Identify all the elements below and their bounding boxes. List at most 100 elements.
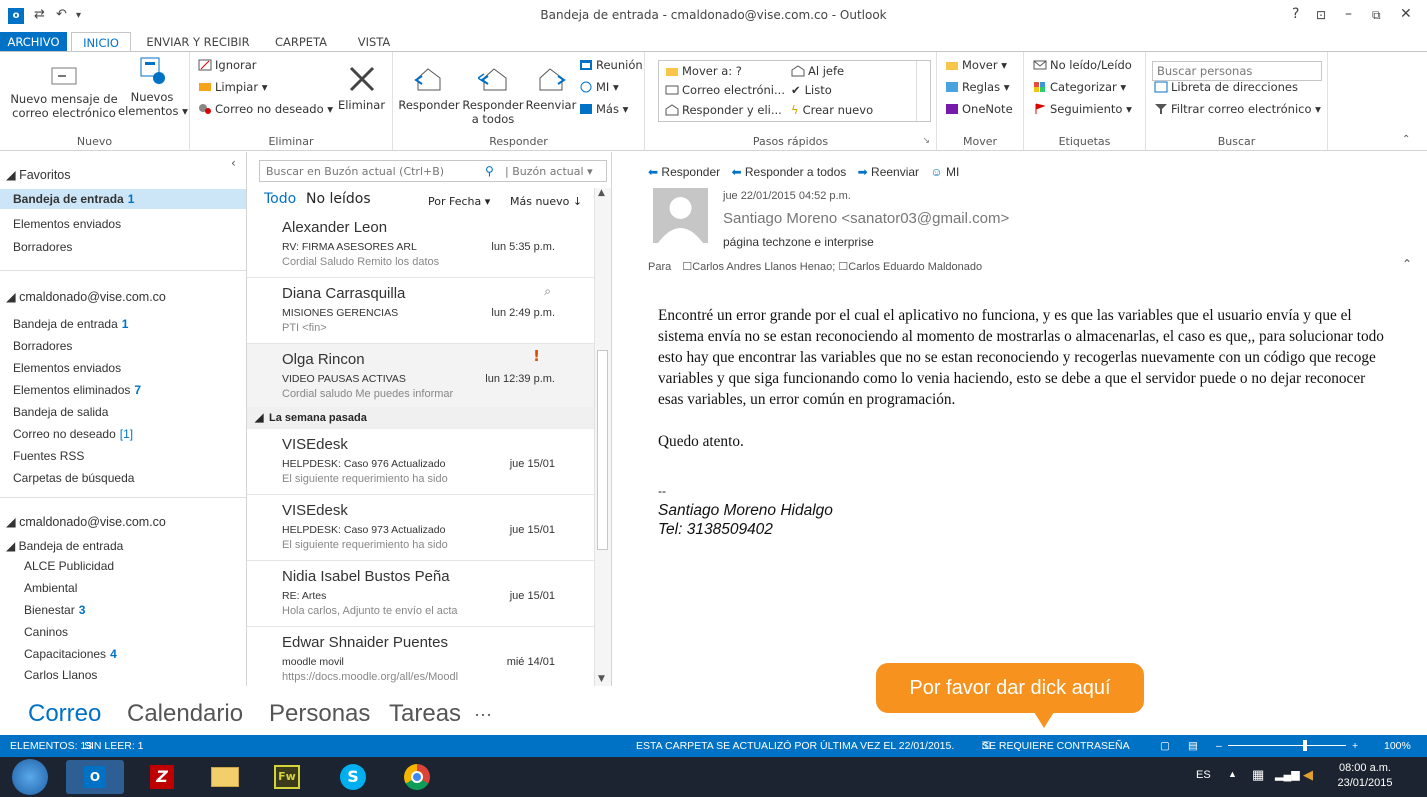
taskbar-outlook[interactable]: O [66, 760, 124, 794]
onenote-button[interactable]: OneNote [945, 102, 1013, 116]
acc1-outbox[interactable]: Bandeja de salida [13, 405, 108, 419]
search-people-input[interactable]: Buscar personas [1152, 61, 1322, 81]
delete-button[interactable]: Eliminar [334, 64, 389, 112]
sort-order-toggle[interactable]: Más nuevo ↓ [510, 195, 582, 208]
filter-unread[interactable]: No leídos [306, 191, 371, 207]
nav-calendar[interactable]: Calendario [127, 700, 243, 728]
rules-button[interactable]: Reglas ▾ [945, 80, 1010, 94]
message-item[interactable]: Diana Carrasquilla ⌕ MISIONES GERENCIAS … [247, 278, 595, 344]
message-item[interactable]: VISEdesk HELPDESK: Caso 976 Actualizado … [247, 429, 595, 495]
message-item[interactable]: VISEdesk HELPDESK: Caso 973 Actualizado … [247, 495, 595, 561]
folder-caninos[interactable]: Caninos [24, 625, 68, 639]
recipient-checkbox-icon[interactable]: ☐ [838, 261, 848, 273]
sender-avatar[interactable] [653, 188, 708, 243]
signal-tray-icon[interactable]: ▂▄▆ [1275, 768, 1300, 781]
acc1-rss[interactable]: Fuentes RSS [13, 449, 84, 463]
account2-header[interactable]: ◢ cmaldonado@vise.com.co [6, 514, 166, 529]
acc1-inbox[interactable]: Bandeja de entrada 1 [13, 317, 128, 331]
help-icon[interactable]: ? [1292, 6, 1299, 22]
reading-view-icon[interactable]: ▤ [1188, 735, 1198, 757]
address-book-button[interactable]: Libreta de direcciones [1154, 80, 1298, 94]
folder-bienestar[interactable]: Bienestar 3 [24, 603, 85, 617]
scroll-up-icon[interactable]: ▲ [598, 188, 605, 198]
ribbon-display-icon[interactable]: ⊡ [1316, 8, 1326, 22]
quick-step-to-boss[interactable]: Al jefe [791, 64, 844, 78]
acc1-sent[interactable]: Elementos enviados [13, 361, 121, 375]
zoom-slider[interactable] [1228, 745, 1346, 746]
nav-people[interactable]: Personas [269, 700, 370, 728]
clean-up-button[interactable]: Limpiar ▾ [198, 80, 268, 94]
message-item[interactable]: Alexander Leon RV: FIRMA ASESORES ARL lu… [247, 212, 595, 278]
forward-button[interactable]: Reenviar [523, 64, 579, 112]
nav-more-icon[interactable]: ··· [474, 704, 492, 725]
clock-time[interactable]: 08:00 a.m. [1335, 762, 1395, 774]
message-item-selected[interactable]: Olga Rincon ! VIDEO PAUSAS ACTIVAS lun 1… [247, 344, 595, 410]
nav-tasks[interactable]: Tareas [389, 700, 461, 728]
acc1-junk[interactable]: Correo no deseado [1] [13, 427, 133, 441]
quick-steps-launcher-icon[interactable]: ↘ [922, 136, 930, 146]
message-item[interactable]: Nidia Isabel Bustos Peña RE: Artes jue 1… [247, 561, 595, 627]
quick-step-reply-delete[interactable]: Responder y eli... [665, 103, 782, 117]
fav-sent[interactable]: Elementos enviados [13, 217, 121, 231]
acc1-search-folders[interactable]: Carpetas de búsqueda [13, 471, 134, 485]
im-button[interactable]: MI ▾ [579, 80, 619, 94]
account2-inbox-header[interactable]: ◢ Bandeja de entrada [6, 539, 123, 553]
taskbar-explorer[interactable] [196, 760, 254, 794]
im-action[interactable]: ☺ MI [930, 165, 959, 179]
group-header-last-week[interactable]: ◢ La semana pasada [247, 407, 595, 429]
folder-ambiental[interactable]: Ambiental [24, 581, 77, 595]
recipient-2[interactable]: Carlos Eduardo Maldonado [848, 261, 982, 273]
reply-all-button[interactable]: Responder a todos [461, 64, 525, 126]
scroll-thumb[interactable] [597, 350, 608, 550]
reply-all-action[interactable]: ⬅ Responder a todos [731, 165, 846, 179]
clock-date[interactable]: 23/01/2015 [1335, 777, 1395, 789]
normal-view-icon[interactable]: ▢ [1160, 735, 1170, 757]
folder-alce[interactable]: ALCE Publicidad [24, 559, 114, 573]
search-scope-dropdown[interactable]: | Buzón actual ▾ [505, 165, 593, 178]
move-button[interactable]: Mover ▾ [945, 58, 1007, 72]
folder-capacitaciones[interactable]: Capacitaciones 4 [24, 647, 117, 661]
taskbar-chrome[interactable] [388, 760, 446, 794]
sort-by-dropdown[interactable]: Por Fecha ▾ [428, 195, 490, 208]
nav-mail[interactable]: Correo [28, 700, 101, 728]
tab-inicio[interactable]: INICIO [71, 32, 131, 52]
volume-tray-icon[interactable]: ◀ [1303, 767, 1313, 783]
recipient-checkbox-icon[interactable]: ☐ [682, 261, 692, 273]
message-sender-address[interactable]: Santiago Moreno <sanator03@gmail.com> [723, 210, 1009, 227]
taskbar-skype[interactable]: S [324, 760, 382, 794]
zoom-in-icon[interactable]: + [1352, 735, 1358, 757]
follow-up-button[interactable]: Seguimiento ▾ [1033, 102, 1132, 116]
acc1-drafts[interactable]: Borradores [13, 339, 72, 353]
tab-enviar-recibir[interactable]: ENVIAR Y RECIBIR [140, 32, 256, 52]
zoom-level[interactable]: 100% [1384, 735, 1411, 757]
favorites-header[interactable]: ◢ Favoritos [6, 167, 71, 182]
filter-all[interactable]: Todo [264, 191, 296, 207]
reply-button[interactable]: Responder [397, 64, 461, 112]
quick-step-email[interactable]: Correo electróni... [665, 83, 785, 97]
zoom-slider-thumb[interactable] [1303, 740, 1307, 751]
quick-step-done[interactable]: ✔ Listo [791, 83, 832, 97]
reply-action[interactable]: ⬅ Responder [648, 165, 720, 179]
fav-drafts[interactable]: Borradores [13, 240, 72, 254]
mailbox-search-input[interactable]: Buscar en Buzón actual (Ctrl+B) [266, 165, 444, 178]
quick-step-create-new[interactable]: ϟ Crear nuevo [791, 103, 873, 117]
new-email-button[interactable]: Nuevo mensaje de correo electrónico [6, 64, 122, 120]
close-icon[interactable]: ✕ [1400, 6, 1412, 22]
network-tray-icon[interactable]: ▦ [1252, 767, 1264, 783]
more-respond-button[interactable]: Más ▾ [579, 102, 628, 116]
show-hidden-icons[interactable]: ▲ [1228, 769, 1237, 779]
collapse-header-icon[interactable]: ⌃ [1402, 257, 1412, 271]
message-item[interactable]: Edwar Shnaider Puentes moodle movil mié … [247, 627, 595, 686]
collapse-folder-pane-icon[interactable]: ‹ [231, 156, 236, 170]
start-button[interactable] [12, 759, 48, 795]
folder-carlos-llanos[interactable]: Carlos Llanos [24, 668, 97, 682]
acc1-deleted[interactable]: Elementos eliminados 7 [13, 383, 141, 397]
message-list-scrollbar[interactable]: ▲ ▼ [594, 188, 611, 686]
categorize-button[interactable]: Categorizar ▾ [1033, 80, 1126, 94]
unread-read-button[interactable]: No leído/Leído [1033, 58, 1132, 72]
mailbox-search[interactable]: Buscar en Buzón actual (Ctrl+B) ⚲ | Buzó… [259, 160, 607, 182]
quick-steps-scrollbar[interactable] [916, 61, 930, 121]
collapse-ribbon-icon[interactable]: ⌃ [1402, 134, 1410, 145]
tab-archivo[interactable]: ARCHIVO [0, 32, 67, 52]
ignore-button[interactable]: Ignorar [198, 58, 257, 72]
